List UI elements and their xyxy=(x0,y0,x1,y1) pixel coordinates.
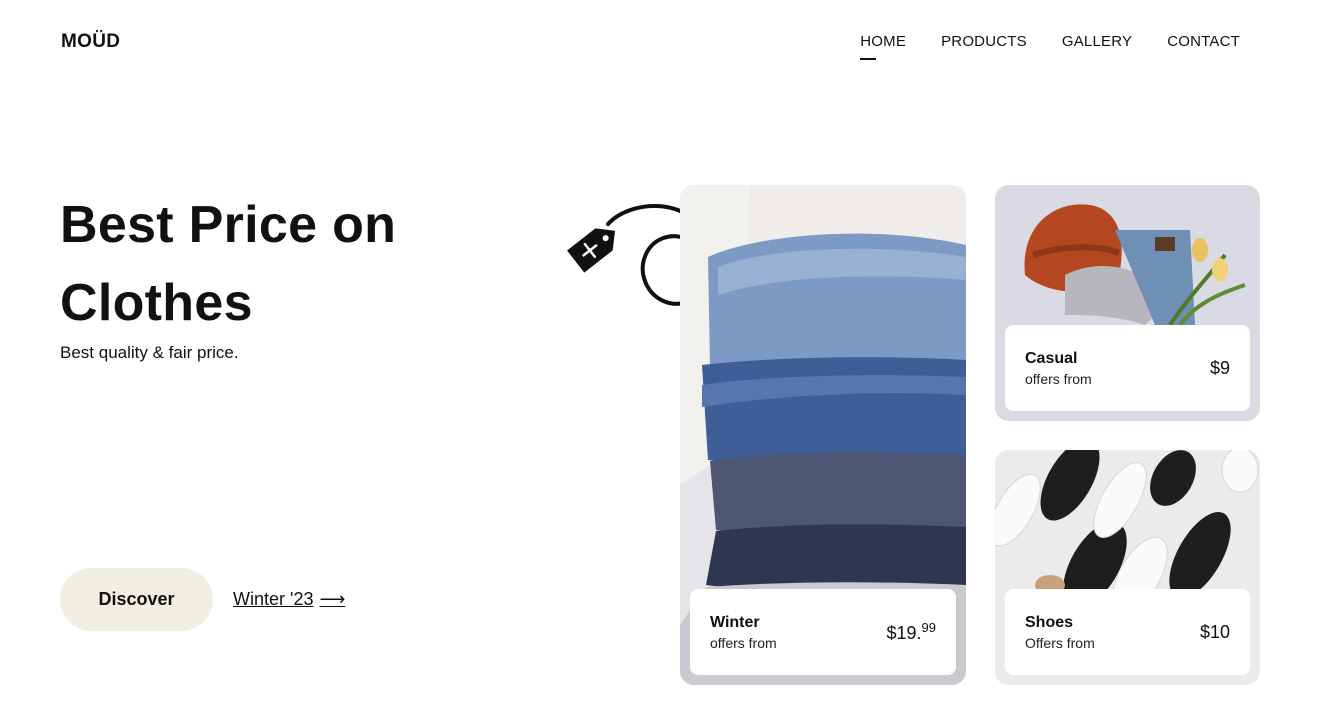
winter-collection-link[interactable]: Winter '23 ⟶ xyxy=(233,589,345,610)
card-subtitle: Offers from xyxy=(1025,634,1095,651)
shoes-card[interactable]: Shoes Offers from $10 xyxy=(995,450,1260,685)
nav-gallery[interactable]: GALLERY xyxy=(1062,33,1132,50)
discover-button[interactable]: Discover xyxy=(60,568,213,631)
card-title: Winter xyxy=(710,613,760,631)
winter-link-label: Winter '23 xyxy=(233,589,314,609)
card-title: Shoes xyxy=(1025,613,1074,631)
nav-products[interactable]: PRODUCTS xyxy=(941,33,1027,50)
winter-info-panel: Winter offers from $19.99 xyxy=(690,589,956,675)
nav-home[interactable]: HOME xyxy=(860,33,906,60)
brand-logo[interactable]: MOÜD xyxy=(61,31,120,53)
casual-info-panel: Casual offers from $9 xyxy=(1005,325,1250,411)
card-subtitle: offers from xyxy=(1025,370,1092,387)
card-price: $10 xyxy=(1199,621,1230,642)
card-price: $9 xyxy=(1209,357,1230,378)
card-price: $19.99 xyxy=(886,620,936,643)
card-title: Casual xyxy=(1025,349,1078,367)
card-subtitle: offers from xyxy=(710,634,777,651)
nav-contact[interactable]: CONTACT xyxy=(1167,33,1240,50)
hero-subtitle: Best quality & fair price. xyxy=(60,343,239,362)
shoes-info-panel: Shoes Offers from $10 xyxy=(1005,589,1250,675)
hero-title-line-1: Best Price on xyxy=(60,196,397,254)
hero-title: Best Price on Clothes xyxy=(60,186,396,342)
casual-card[interactable]: Casual offers from $9 xyxy=(995,185,1260,421)
main-nav: HOME PRODUCTS GALLERY CONTACT xyxy=(860,33,1240,60)
arrow-right-icon: ⟶ xyxy=(319,589,346,609)
hero-title-line-2: Clothes xyxy=(60,274,253,332)
winter-card[interactable]: Winter offers from $19.99 xyxy=(680,185,966,685)
